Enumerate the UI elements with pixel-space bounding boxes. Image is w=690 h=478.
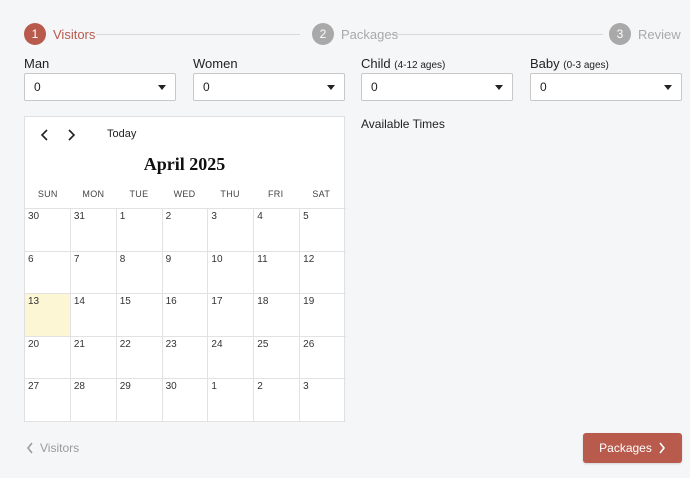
- weekday-label: TUE: [129, 189, 149, 199]
- weekday-label: WED: [173, 189, 196, 199]
- stepper: 1 Visitors 2 Packages 3 Review: [24, 22, 681, 46]
- weekday-label: FRI: [267, 189, 284, 199]
- calendar-day-today[interactable]: 13: [25, 294, 71, 337]
- calendar-day[interactable]: 4: [254, 209, 301, 252]
- women-select-value: 0: [203, 80, 210, 94]
- caret-down-icon: [158, 85, 166, 90]
- weekday-header: SUN MON TUE WED THU FRI SAT: [25, 189, 344, 199]
- today-button[interactable]: Today: [107, 128, 136, 140]
- step-number: 1: [24, 23, 46, 45]
- stepper-line-2: [390, 34, 603, 35]
- women-select[interactable]: 0: [193, 73, 345, 101]
- weekday-label: SAT: [312, 189, 331, 199]
- chevron-right-icon: [68, 129, 76, 141]
- calendar-day[interactable]: 22: [116, 336, 163, 380]
- calendar-day[interactable]: 16: [162, 294, 209, 337]
- next-month-button[interactable]: [63, 127, 79, 143]
- step-label: Review: [638, 26, 681, 42]
- calendar-day[interactable]: 1: [208, 379, 255, 422]
- available-times-heading: Available Times: [361, 117, 445, 131]
- step-label: Packages: [341, 26, 399, 42]
- child-field: Child (4-12 ages) 0: [361, 57, 513, 101]
- calendar-day[interactable]: 18: [254, 294, 301, 337]
- calendar-day[interactable]: 23: [162, 336, 209, 380]
- man-label: Man: [24, 56, 50, 71]
- calendar-day[interactable]: 1: [116, 209, 163, 252]
- step-review[interactable]: 3 Review: [609, 22, 681, 46]
- stepper-line-1: [96, 34, 300, 35]
- calendar-day[interactable]: 17: [208, 294, 255, 337]
- calendar-day[interactable]: 29: [116, 379, 163, 422]
- calendar-day[interactable]: 14: [70, 294, 117, 337]
- calendar-day[interactable]: 25: [254, 336, 301, 380]
- calendar-day[interactable]: 7: [70, 251, 117, 295]
- calendar-day[interactable]: 9: [162, 251, 209, 295]
- calendar-day[interactable]: 3: [208, 209, 255, 252]
- calendar-day[interactable]: 12: [300, 252, 346, 295]
- calendar-day[interactable]: 10: [208, 251, 255, 295]
- prev-month-button[interactable]: [37, 127, 53, 143]
- man-field: Man 0: [24, 57, 176, 101]
- calendar-day[interactable]: 5: [300, 209, 346, 252]
- chevron-left-icon: [27, 442, 33, 454]
- step-visitors[interactable]: 1 Visitors: [24, 22, 95, 46]
- calendar-title: April 2025: [143, 154, 226, 174]
- calendar-day[interactable]: 19: [300, 294, 346, 337]
- calendar-day[interactable]: 3: [300, 379, 346, 422]
- calendar-day[interactable]: 8: [116, 251, 163, 295]
- chevron-left-icon: [40, 129, 48, 141]
- calendar-grid: 30 31 1 2 3 4 5 6 7 8 9 10 11 12 13 14 15 16 17 18 19 20 21 22 2…: [25, 208, 346, 422]
- child-age-note: (4-12 ages): [394, 60, 446, 71]
- step-number: 3: [609, 23, 631, 45]
- caret-down-icon: [327, 85, 335, 90]
- women-field: Women 0: [193, 57, 345, 101]
- child-label: Child (4-12 ages): [361, 56, 446, 72]
- weekday-label: MON: [82, 189, 105, 199]
- calendar-day[interactable]: 20: [25, 336, 71, 380]
- weekday-label: SUN: [37, 189, 58, 199]
- caret-down-icon: [664, 85, 672, 90]
- calendar-day[interactable]: 30: [25, 209, 71, 252]
- back-label: Visitors: [40, 441, 80, 455]
- baby-select[interactable]: 0: [530, 73, 682, 101]
- calendar-day[interactable]: 28: [70, 379, 117, 422]
- calendar-day[interactable]: 6: [25, 251, 71, 295]
- chevron-right-icon: [659, 442, 665, 454]
- step-number: 2: [312, 23, 334, 45]
- child-select-value: 0: [371, 80, 378, 94]
- next-label: Packages: [599, 441, 652, 455]
- baby-age-note: (0-3 ages): [563, 60, 609, 71]
- calendar-day[interactable]: 24: [208, 336, 255, 380]
- weekday-label: THU: [220, 189, 240, 199]
- calendar-day[interactable]: 31: [70, 209, 117, 252]
- child-select[interactable]: 0: [361, 73, 513, 101]
- calendar-day[interactable]: 21: [70, 336, 117, 380]
- calendar-day[interactable]: 27: [25, 379, 71, 422]
- women-label: Women: [193, 56, 238, 71]
- caret-down-icon: [495, 85, 503, 90]
- calendar-day[interactable]: 11: [254, 251, 301, 295]
- man-select-value: 0: [34, 80, 41, 94]
- calendar-day[interactable]: 26: [300, 337, 346, 380]
- back-visitors-button[interactable]: Visitors: [26, 441, 79, 455]
- baby-label: Baby (0-3 ages): [530, 56, 609, 72]
- step-label: Visitors: [53, 26, 96, 42]
- step-packages[interactable]: 2 Packages: [312, 22, 398, 46]
- man-select[interactable]: 0: [24, 73, 176, 101]
- calendar-day[interactable]: 15: [116, 294, 163, 337]
- calendar-day[interactable]: 2: [254, 379, 301, 422]
- baby-field: Baby (0-3 ages) 0: [530, 57, 682, 101]
- calendar-day[interactable]: 30: [162, 379, 209, 422]
- calendar-toolbar: Today: [25, 127, 344, 143]
- calendar: Today April 2025 SUN MON TUE WED THU FRI…: [24, 116, 346, 422]
- baby-select-value: 0: [540, 80, 547, 94]
- next-packages-button[interactable]: Packages: [583, 433, 682, 463]
- calendar-day[interactable]: 2: [162, 209, 209, 252]
